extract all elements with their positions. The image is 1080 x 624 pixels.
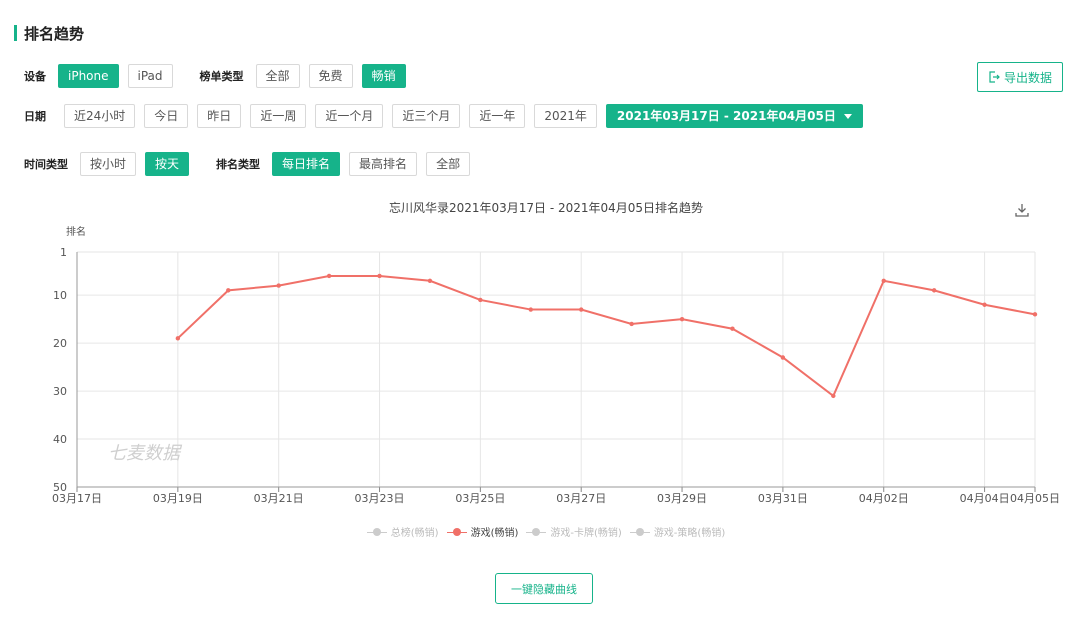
x-tick-label: 03月21日 bbox=[254, 492, 304, 505]
series-point bbox=[226, 288, 231, 293]
x-tick-label: 03月25日 bbox=[455, 492, 505, 505]
legend-item[interactable]: 游戏(畅销) bbox=[446, 524, 519, 539]
legend-label: 游戏-卡牌(畅销) bbox=[550, 528, 622, 539]
legend-swatch bbox=[366, 527, 387, 537]
x-tick-label: 03月23日 bbox=[355, 492, 405, 505]
x-tick-label: 03月31日 bbox=[758, 492, 808, 505]
y-tick-label: 40 bbox=[53, 433, 67, 446]
x-tick-label: 03月19日 bbox=[153, 492, 203, 505]
legend-item[interactable]: 游戏-策略(畅销) bbox=[629, 524, 726, 539]
series-point bbox=[982, 302, 987, 307]
legend-label: 总榜(畅销) bbox=[390, 528, 439, 539]
series-point bbox=[1032, 312, 1038, 317]
legend-item[interactable]: 游戏-卡牌(畅销) bbox=[526, 524, 622, 539]
legend-label: 游戏(畅销) bbox=[470, 528, 519, 539]
watermark: 七麦数据 bbox=[108, 443, 183, 464]
x-tick-label: 03月27日 bbox=[556, 492, 606, 505]
legend-swatch bbox=[629, 527, 650, 537]
y-tick-label: 20 bbox=[53, 337, 67, 350]
x-tick-label: 03月29日 bbox=[657, 492, 707, 505]
series-point bbox=[931, 288, 937, 293]
series-point bbox=[276, 283, 281, 288]
y-axis-title: 排名 bbox=[66, 225, 86, 238]
series-point bbox=[881, 278, 886, 283]
series-point bbox=[528, 307, 533, 312]
series-point bbox=[175, 336, 181, 341]
x-tick-label: 04月04日 bbox=[960, 492, 1010, 505]
series-point bbox=[427, 278, 433, 283]
legend-swatch bbox=[526, 527, 547, 537]
series-point bbox=[679, 316, 685, 322]
legend-swatch bbox=[446, 527, 467, 537]
series-point bbox=[730, 326, 735, 331]
series-point bbox=[377, 273, 382, 279]
legend-item[interactable]: 总榜(畅销) bbox=[366, 524, 439, 539]
x-tick-label: 04月05日 bbox=[1010, 492, 1060, 505]
series-point bbox=[780, 355, 786, 360]
legend-label: 游戏-策略(畅销) bbox=[653, 528, 726, 539]
chart-legend: 总榜(畅销) 游戏(畅销) 游戏-卡牌(畅销) 游戏-策略(畅销) bbox=[0, 524, 1080, 539]
series-line-1 bbox=[177, 274, 1036, 398]
series-point bbox=[831, 393, 836, 399]
x-tick-label: 03月17日 bbox=[52, 492, 102, 505]
series-point bbox=[579, 307, 584, 312]
y-tick-label: 30 bbox=[53, 385, 67, 398]
hide-all-curves-button[interactable]: 一键隐藏曲线 bbox=[495, 573, 593, 604]
series-point bbox=[478, 297, 483, 303]
y-tick-label: 10 bbox=[53, 289, 67, 302]
series-point bbox=[629, 321, 634, 327]
x-tick-label: 04月02日 bbox=[859, 492, 909, 505]
series-point bbox=[326, 273, 332, 279]
y-tick-label: 1 bbox=[60, 246, 67, 259]
